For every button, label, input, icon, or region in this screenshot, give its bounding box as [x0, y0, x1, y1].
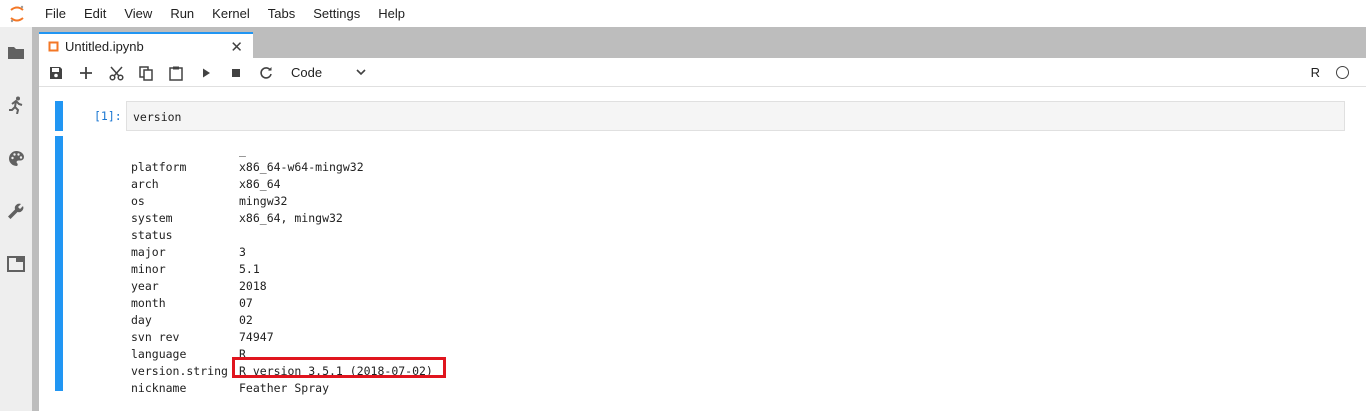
notebook-panel: Code R [1]: version _ platform x86_64-w64…: [39, 58, 1366, 411]
add-cell-icon[interactable]: [77, 64, 95, 82]
output-key: language: [131, 347, 187, 361]
menu-bar: File Edit View Run Kernel Tabs Settings Help: [0, 0, 1366, 27]
output-value: 2018: [239, 279, 267, 293]
output-value: 5.1: [239, 262, 260, 276]
output-key: nickname: [131, 381, 187, 395]
output-key: major: [131, 245, 166, 259]
run-icon[interactable]: [197, 64, 215, 82]
tab-untitled-notebook[interactable]: Untitled.ipynb ✕: [39, 32, 253, 59]
menu-edit[interactable]: Edit: [75, 0, 115, 27]
output-key: version.string: [131, 364, 228, 378]
output-value: 02: [239, 313, 253, 327]
left-sidebar: [0, 27, 33, 411]
paste-icon[interactable]: [167, 64, 185, 82]
restart-icon[interactable]: [257, 64, 275, 82]
menu-kernel[interactable]: Kernel: [203, 0, 259, 27]
kernel-status-icon: [1336, 66, 1349, 79]
folder-icon[interactable]: [6, 42, 26, 62]
menu-tabs[interactable]: Tabs: [259, 0, 304, 27]
output-value: 74947: [239, 330, 274, 344]
version-string-highlight: [232, 357, 446, 378]
notebook-toolbar: Code R: [39, 58, 1366, 87]
output-value: x86_64-w64-mingw32: [239, 160, 364, 174]
tabs-icon[interactable]: [6, 254, 26, 274]
output-key: year: [131, 279, 159, 293]
jupyter-logo-icon: [0, 0, 33, 27]
tab-label: Untitled.ipynb: [65, 39, 144, 54]
input-cell-collapser[interactable]: [55, 101, 63, 131]
output-value: mingw32: [239, 194, 288, 208]
output-value: 07: [239, 296, 253, 310]
output-key: month: [131, 296, 166, 310]
input-prompt: [1]:: [94, 109, 122, 123]
cell-type-label: Code: [291, 65, 323, 80]
palette-icon[interactable]: [6, 148, 26, 168]
output-key: day: [131, 313, 152, 327]
output-key: status: [131, 228, 173, 242]
menu-view[interactable]: View: [115, 0, 161, 27]
menu-help[interactable]: Help: [369, 0, 414, 27]
output-value: 3: [239, 245, 246, 259]
menu-run[interactable]: Run: [161, 0, 203, 27]
notebook-icon: [48, 41, 59, 52]
code-input-area[interactable]: version: [126, 101, 1345, 131]
output-key: system: [131, 211, 173, 225]
close-icon[interactable]: ✕: [230, 38, 243, 56]
output-value: x86_64, mingw32: [239, 211, 343, 225]
cell-type-select[interactable]: Code: [291, 62, 366, 83]
output-key: svn rev: [131, 330, 180, 344]
copy-icon[interactable]: [137, 64, 155, 82]
running-icon[interactable]: [6, 95, 26, 115]
output-value: x86_64: [239, 177, 281, 191]
menu-settings[interactable]: Settings: [304, 0, 369, 27]
stop-icon[interactable]: [227, 64, 245, 82]
output-key: minor: [131, 262, 166, 276]
output-value: Feather Spray: [239, 381, 330, 395]
cut-icon[interactable]: [107, 64, 125, 82]
output-cell-collapser[interactable]: [55, 136, 63, 391]
save-icon[interactable]: [47, 64, 65, 82]
input-code: version: [133, 110, 182, 124]
kernel-name[interactable]: R: [1311, 65, 1320, 80]
wrench-icon[interactable]: [6, 201, 26, 221]
chevron-down-icon: [356, 69, 366, 76]
output-key: os: [131, 194, 145, 208]
output-key: platform: [131, 160, 187, 174]
output-header-underscore: _: [239, 143, 246, 157]
output-key: arch: [131, 177, 159, 191]
menu-file[interactable]: File: [36, 0, 75, 27]
